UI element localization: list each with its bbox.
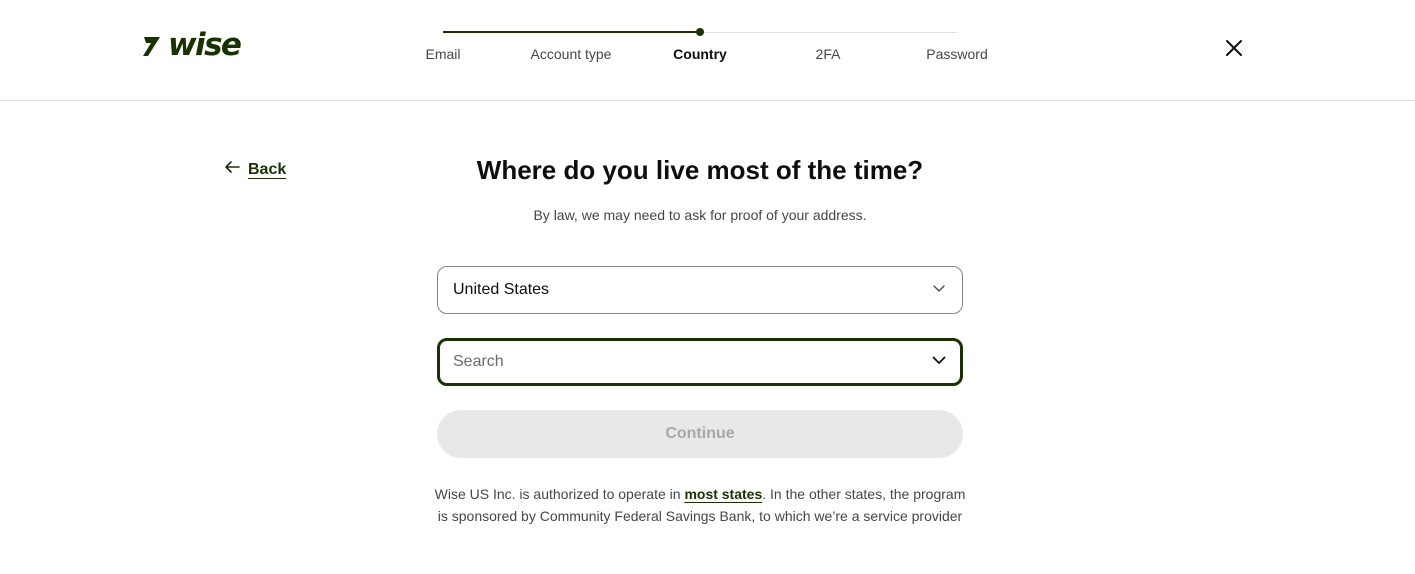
close-icon <box>1222 40 1246 64</box>
chevron-down-icon <box>931 280 947 301</box>
page-title: Where do you live most of the time? <box>476 155 924 185</box>
stepper-track-complete <box>443 31 700 33</box>
state-search-field[interactable] <box>437 338 963 386</box>
disclaimer-before: Wise US Inc. is authorized to operate in <box>434 486 685 502</box>
country-select[interactable]: United States <box>437 266 963 314</box>
top-header: wise Email Account type Country 2FA Pass… <box>0 0 1415 101</box>
back-link[interactable]: Back <box>224 159 286 180</box>
close-button[interactable] <box>1222 36 1246 60</box>
most-states-link[interactable]: most states <box>684 486 762 502</box>
back-label: Back <box>248 160 287 178</box>
state-search-input[interactable] <box>453 353 931 371</box>
continue-button[interactable]: Continue <box>437 410 963 458</box>
country-select-value: United States <box>453 281 550 298</box>
stepper-track-remaining <box>700 31 957 33</box>
page-subtitle: By law, we may need to ask for proof of … <box>533 207 867 223</box>
stepper-current-dot <box>696 28 704 36</box>
progress-stepper: Email Account type Country 2FA Password <box>0 0 1415 100</box>
disclaimer-text: Wise US Inc. is authorized to operate in… <box>430 483 970 527</box>
chevron-down-icon[interactable] <box>931 352 947 373</box>
arrow-left-icon <box>224 159 248 180</box>
step-password: Password <box>926 46 988 62</box>
